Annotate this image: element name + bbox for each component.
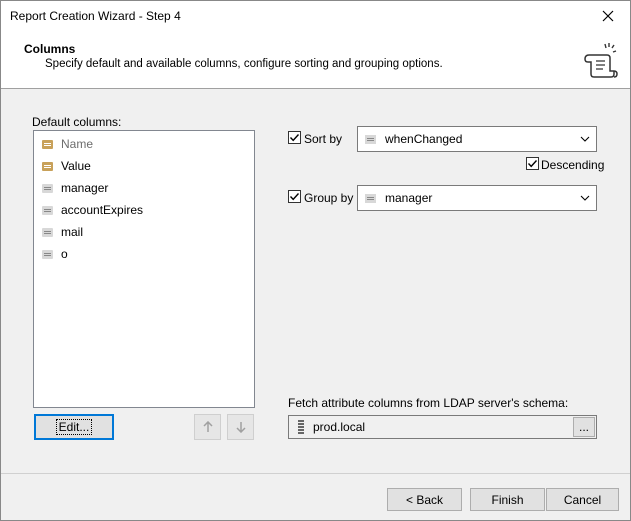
sort-by-value: whenChanged xyxy=(385,132,463,146)
move-up-button[interactable] xyxy=(194,414,221,440)
back-button[interactable]: < Back xyxy=(387,488,462,511)
list-item-accountexpires[interactable]: accountExpires xyxy=(42,201,143,219)
chevron-down-icon xyxy=(574,136,596,142)
default-columns-label: Default columns: xyxy=(32,115,122,129)
close-button[interactable] xyxy=(586,1,630,31)
list-item-mail[interactable]: mail xyxy=(42,223,83,241)
default-columns-list[interactable]: Name Value manager accountExpires mail o xyxy=(33,130,255,408)
descending-label: Descending xyxy=(541,158,605,172)
attribute-icon xyxy=(42,249,53,259)
arrow-down-icon xyxy=(235,422,246,433)
attribute-icon xyxy=(365,134,376,144)
attribute-main-icon xyxy=(42,161,53,171)
cancel-button[interactable]: Cancel xyxy=(546,488,619,511)
attribute-icon xyxy=(42,227,53,237)
attribute-icon xyxy=(365,193,376,203)
arrow-up-icon xyxy=(202,421,213,432)
finish-button[interactable]: Finish xyxy=(470,488,545,511)
list-item-manager[interactable]: manager xyxy=(42,179,108,197)
checkmark-icon xyxy=(289,134,300,142)
report-scroll-icon xyxy=(584,43,618,78)
list-item-value[interactable]: Value xyxy=(42,157,91,175)
sort-by-label: Sort by xyxy=(304,132,343,146)
ldap-server-value: prod.local xyxy=(313,420,366,434)
chevron-down-icon xyxy=(574,195,596,201)
browse-server-button[interactable]: ... xyxy=(573,417,595,437)
ldap-server-field[interactable]: prod.local ... xyxy=(288,415,597,439)
attribute-icon xyxy=(42,205,53,215)
attribute-main-icon xyxy=(42,139,53,149)
server-icon xyxy=(298,420,304,434)
edit-button[interactable]: Edit... xyxy=(34,414,114,440)
group-by-checkbox[interactable] xyxy=(288,190,301,203)
title-bar: Report Creation Wizard - Step 4 xyxy=(1,1,630,31)
move-down-button[interactable] xyxy=(227,414,254,440)
page-description: Specify default and available columns, c… xyxy=(45,58,443,70)
sort-by-checkbox[interactable] xyxy=(288,131,301,144)
group-by-label: Group by xyxy=(304,191,354,205)
window-title: Report Creation Wizard - Step 4 xyxy=(10,9,181,23)
ldap-schema-label: Fetch attribute columns from LDAP server… xyxy=(288,396,569,410)
attribute-icon xyxy=(42,183,53,193)
page-title: Columns xyxy=(24,42,76,56)
wizard-header: Columns Specify default and available co… xyxy=(1,31,630,89)
descending-checkbox[interactable] xyxy=(526,157,539,170)
sort-by-combo[interactable]: whenChanged xyxy=(357,126,597,152)
close-icon xyxy=(602,10,614,22)
group-by-value: manager xyxy=(385,191,433,205)
list-item-name[interactable]: Name xyxy=(42,135,93,153)
wizard-window: Report Creation Wizard - Step 4 Columns … xyxy=(0,0,631,521)
checkmark-icon xyxy=(527,160,538,168)
list-item-o[interactable]: o xyxy=(42,245,68,263)
footer-divider xyxy=(1,473,630,474)
group-by-combo[interactable]: manager xyxy=(357,185,597,211)
checkmark-icon xyxy=(289,193,300,201)
